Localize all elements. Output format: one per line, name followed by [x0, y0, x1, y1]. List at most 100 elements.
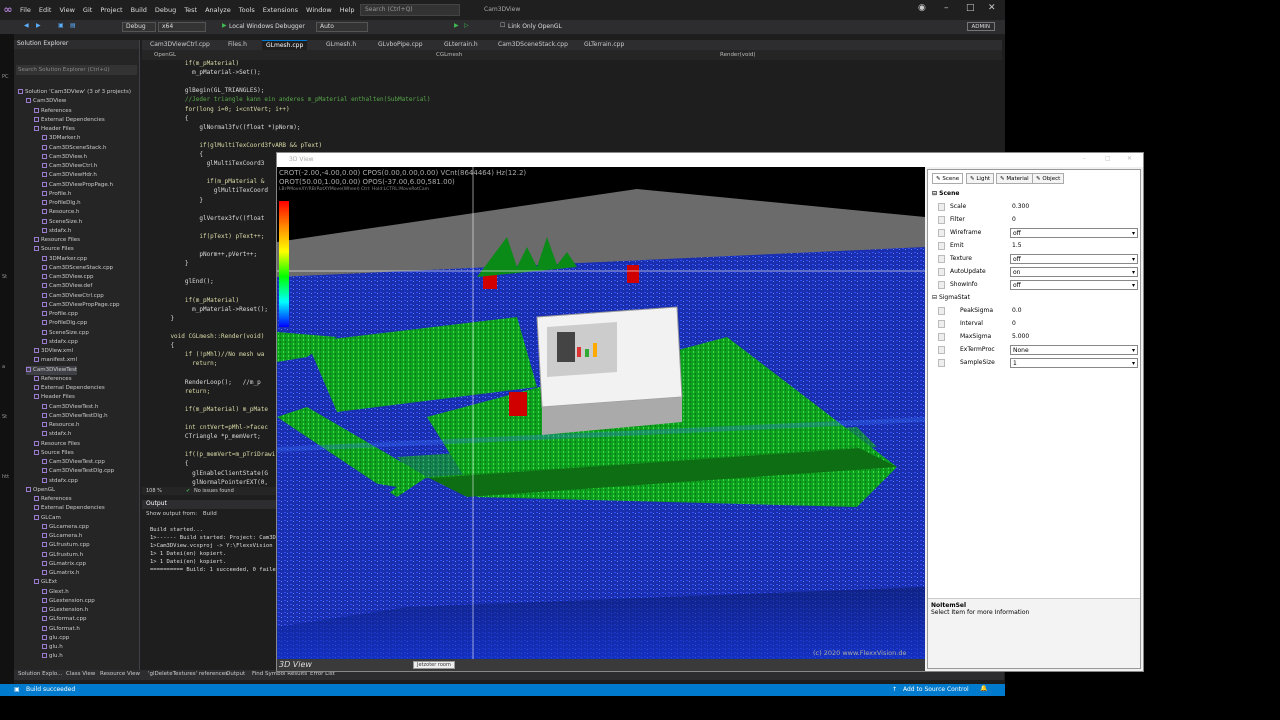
- property-value[interactable]: off: [1010, 228, 1138, 239]
- tree-item[interactable]: Cam3DViewPropPage.cpp: [42, 301, 120, 310]
- save-icon[interactable]: ▣: [58, 22, 64, 29]
- viewport-button[interactable]: Jetzoter room: [413, 661, 455, 669]
- tree-item[interactable]: External Dependencies: [34, 384, 105, 393]
- config-select[interactable]: Debug: [122, 22, 156, 32]
- tree-item[interactable]: GLfrustum.cpp: [42, 541, 90, 550]
- tree-item[interactable]: Header Files: [34, 125, 75, 134]
- tree-item[interactable]: glu.h: [42, 652, 63, 661]
- tree-item[interactable]: Cam3DViewTest: [26, 365, 78, 375]
- tree-item[interactable]: Cam3DViewHdr.h: [42, 171, 97, 180]
- debugger-label[interactable]: Local Windows Debugger: [229, 23, 305, 30]
- scope-dropdown[interactable]: OpenGL: [154, 52, 176, 58]
- run-without-debug-icon[interactable]: ▷: [464, 22, 469, 29]
- tree-item[interactable]: Source Files: [34, 449, 74, 458]
- tree-item[interactable]: Cam3DViewTestDlg.cpp: [42, 467, 114, 476]
- tree-item[interactable]: GLmatrix.cpp: [42, 560, 86, 569]
- tree-item[interactable]: Cam3DViewTestDlg.h: [42, 412, 108, 421]
- start-debug-icon[interactable]: ▶: [222, 22, 227, 29]
- tab-object[interactable]: ✎ Object: [1032, 173, 1065, 184]
- back-icon[interactable]: ◀: [24, 22, 29, 29]
- tab-scene[interactable]: ✎ Scene: [932, 173, 964, 184]
- run-icon[interactable]: ▶: [454, 22, 459, 29]
- tree-item[interactable]: GLformat.cpp: [42, 615, 86, 624]
- tree-item[interactable]: Cam3DViewCtrl.cpp: [42, 292, 104, 301]
- tree-item[interactable]: stdafx.cpp: [42, 338, 78, 347]
- tree-item[interactable]: References: [34, 107, 72, 116]
- property-value[interactable]: None: [1010, 345, 1138, 356]
- tree-item[interactable]: GLExt: [34, 578, 57, 587]
- tab-glmesh-h[interactable]: GLmesh.h: [322, 40, 360, 50]
- app-minimize-icon[interactable]: –: [1083, 155, 1086, 162]
- mode-select[interactable]: Auto: [316, 22, 368, 32]
- minimize-icon[interactable]: –: [944, 3, 949, 13]
- tree-item[interactable]: Cam3DView.h: [42, 153, 87, 162]
- app-close-icon[interactable]: ✕: [1127, 155, 1132, 162]
- menu-item-project[interactable]: Project: [100, 6, 122, 14]
- tab-glvbopipe-cpp[interactable]: GLvboPipe.cpp: [374, 40, 427, 50]
- menu-item-edit[interactable]: Edit: [39, 6, 52, 14]
- tree-item[interactable]: manifest.xml: [34, 356, 77, 365]
- sigma-group-header[interactable]: ⊟ SigmaStat: [932, 294, 970, 301]
- menu-item-analyze[interactable]: Analyze: [205, 6, 231, 14]
- tab-light[interactable]: ✎ Light: [966, 173, 995, 184]
- tree-item[interactable]: GLfrustum.h: [42, 551, 83, 560]
- tree-item[interactable]: 3DView.xml: [34, 347, 73, 356]
- property-value[interactable]: 0.0: [1010, 306, 1138, 316]
- close-icon[interactable]: ✕: [988, 3, 996, 13]
- menu-item-test[interactable]: Test: [184, 6, 197, 14]
- menu-item-tools[interactable]: Tools: [239, 6, 255, 14]
- property-value[interactable]: on: [1010, 267, 1138, 278]
- output-source-select[interactable]: Build: [203, 511, 217, 517]
- property-value[interactable]: 5.000: [1010, 332, 1138, 342]
- tree-item[interactable]: Cam3DViewPropPage.h: [42, 181, 113, 190]
- tree-item[interactable]: Cam3DSceneStack.cpp: [42, 264, 113, 273]
- link-checkbox-icon[interactable]: ☐: [500, 22, 505, 29]
- tree-item[interactable]: GLformat.h: [42, 625, 80, 634]
- notification-icon[interactable]: 🔔: [980, 685, 987, 692]
- menu-item-window[interactable]: Window: [306, 6, 332, 14]
- menu-item-debug[interactable]: Debug: [155, 6, 176, 14]
- tree-item[interactable]: External Dependencies: [34, 504, 105, 513]
- account-icon[interactable]: ◉: [918, 3, 926, 13]
- tree-item[interactable]: glu.cpp: [42, 634, 69, 643]
- property-value[interactable]: 0.300: [1010, 202, 1138, 212]
- forward-icon[interactable]: ▶: [36, 22, 41, 29]
- maximize-icon[interactable]: □: [966, 3, 975, 13]
- tree-item[interactable]: GLCam: [34, 514, 61, 523]
- property-value[interactable]: 1: [1010, 358, 1138, 369]
- menu-item-build[interactable]: Build: [131, 6, 147, 14]
- property-value[interactable]: 1.5: [1010, 241, 1138, 251]
- tab-glterrain-h[interactable]: GLterrain.h: [440, 40, 482, 50]
- tree-item[interactable]: Profile.cpp: [42, 310, 78, 319]
- tree-item[interactable]: Source Files: [34, 245, 74, 254]
- tree-item[interactable]: GLextension.cpp: [42, 597, 95, 606]
- tree-item[interactable]: Cam3DView.cpp: [42, 273, 94, 282]
- tree-item[interactable]: Cam3DView: [26, 97, 66, 106]
- save-all-icon[interactable]: ▤: [70, 22, 76, 29]
- tree-item[interactable]: Resource Files: [34, 440, 80, 449]
- tree-item[interactable]: SceneSize.h: [42, 218, 82, 227]
- tree-item[interactable]: Cam3DSceneStack.h: [42, 144, 107, 153]
- tree-item[interactable]: stdafx.cpp: [42, 477, 78, 486]
- member-dropdown[interactable]: Render(void): [720, 52, 756, 58]
- menu-item-file[interactable]: File: [20, 6, 31, 14]
- tree-item[interactable]: Resource.h: [42, 421, 79, 430]
- tab-glterrain-cpp[interactable]: GLTerrain.cpp: [580, 40, 628, 50]
- issues-label[interactable]: No issues found: [194, 488, 234, 494]
- bottom-tab[interactable]: Output: [226, 671, 245, 677]
- tree-item[interactable]: Cam3DViewTest.h: [42, 403, 98, 412]
- search-input[interactable]: Search (Ctrl+Q): [360, 4, 460, 16]
- tab-glmesh-cpp[interactable]: GLmesh.cpp: [262, 40, 308, 50]
- tree-item[interactable]: stdafx.h: [42, 227, 71, 236]
- source-control-button[interactable]: Add to Source Control: [903, 686, 969, 693]
- tree-item[interactable]: GLcamera.cpp: [42, 523, 89, 532]
- tree-item[interactable]: Resource Files: [34, 236, 80, 245]
- admin-badge[interactable]: ADMIN: [966, 22, 995, 31]
- tree-item[interactable]: GLextension.h: [42, 606, 88, 615]
- zoom-level[interactable]: 108 %: [146, 488, 162, 494]
- tree-item[interactable]: GLmatrix.h: [42, 569, 80, 578]
- tree-item[interactable]: glu.h: [42, 643, 63, 652]
- app-maximize-icon[interactable]: □: [1105, 155, 1111, 162]
- scene-group-header[interactable]: ⊟ Scene: [932, 190, 959, 197]
- property-value[interactable]: 0: [1010, 319, 1138, 329]
